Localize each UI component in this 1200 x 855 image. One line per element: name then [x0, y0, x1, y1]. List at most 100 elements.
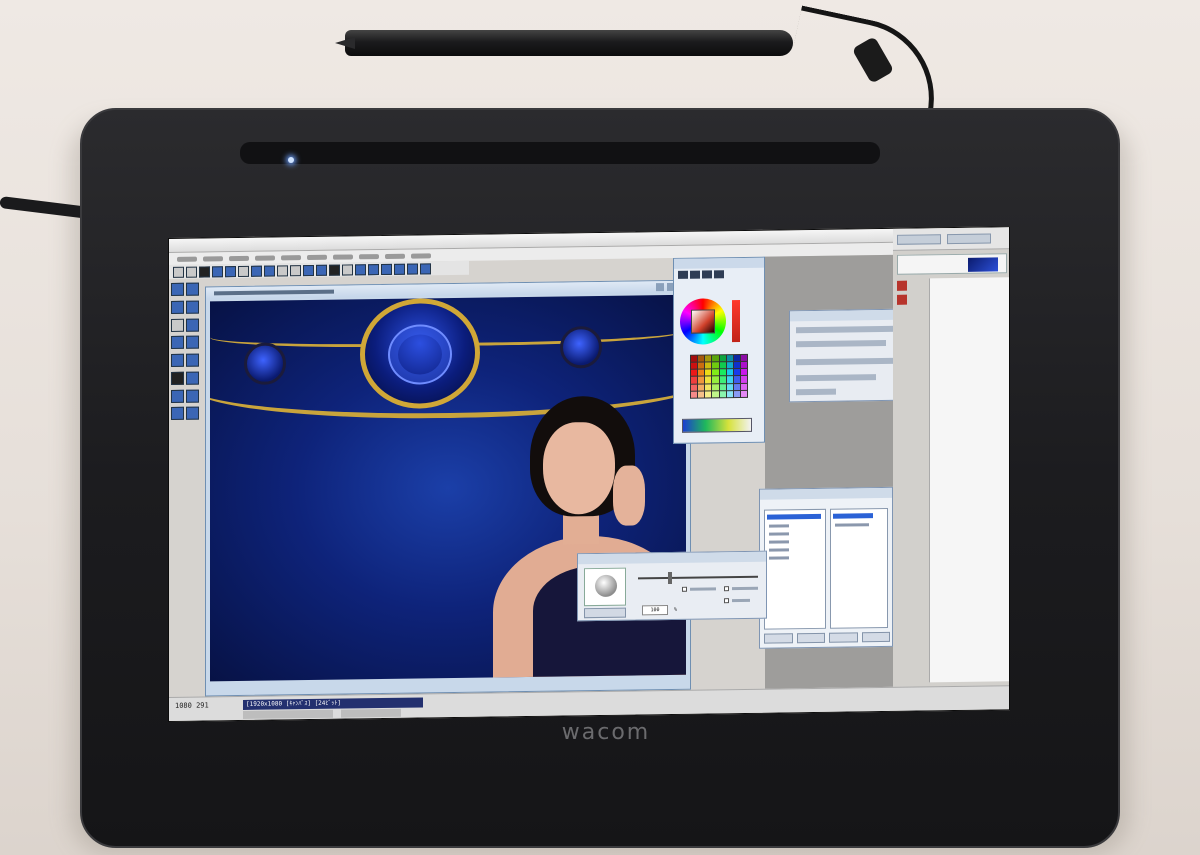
menu-item[interactable]	[385, 253, 405, 259]
color-swatch-grid[interactable]	[690, 353, 748, 399]
layer-list[interactable]	[929, 277, 1009, 683]
brush-tool-icon[interactable]	[381, 263, 392, 275]
color-swatch[interactable]	[691, 384, 698, 391]
color-swatch[interactable]	[691, 391, 698, 398]
color-swatch[interactable]	[740, 362, 747, 369]
gradient-icon[interactable]	[171, 336, 184, 350]
palette-tool-icon[interactable]	[690, 270, 700, 279]
color-swatch[interactable]	[719, 383, 726, 391]
color-swatch[interactable]	[719, 369, 726, 376]
rectangle-icon[interactable]	[171, 353, 184, 367]
eyedropper-icon[interactable]	[186, 389, 199, 403]
stamp-icon[interactable]	[186, 406, 199, 420]
color-swatch[interactable]	[712, 391, 719, 398]
color-swatch[interactable]	[712, 376, 719, 384]
hand-icon[interactable]	[355, 263, 366, 275]
filter-category-list[interactable]	[764, 508, 826, 630]
color-swatch[interactable]	[698, 369, 705, 377]
gradient-bar[interactable]	[682, 417, 752, 433]
color-swatch[interactable]	[726, 369, 733, 376]
option-checkbox[interactable]	[724, 586, 729, 592]
color-swatch[interactable]	[705, 362, 712, 369]
eraser-icon[interactable]	[171, 318, 184, 332]
new-file-icon[interactable]	[173, 266, 184, 278]
list-item[interactable]	[769, 540, 789, 544]
copy-icon[interactable]	[251, 265, 262, 277]
zoom-input[interactable]: 100	[642, 605, 668, 616]
color-swatch[interactable]	[698, 376, 705, 384]
assist-option[interactable]	[796, 339, 886, 348]
menu-item[interactable]	[281, 254, 301, 260]
menu-item[interactable]	[307, 254, 327, 260]
color-swatch[interactable]	[740, 376, 747, 383]
ellipse-icon[interactable]	[186, 353, 199, 367]
airbrush-icon[interactable]	[171, 300, 184, 314]
list-item[interactable]	[769, 556, 789, 560]
color-swatch[interactable]	[691, 369, 698, 377]
color-swatch[interactable]	[726, 390, 733, 398]
zoom-in-icon[interactable]	[277, 264, 288, 276]
palette-tool-icon[interactable]	[714, 270, 724, 279]
color-swatch[interactable]	[719, 355, 726, 362]
filter-button[interactable]	[829, 632, 858, 643]
save-icon[interactable]	[199, 265, 210, 278]
color-swatch[interactable]	[733, 383, 740, 390]
color-swatch[interactable]	[691, 362, 698, 370]
color-icon[interactable]	[420, 262, 431, 274]
menu-item[interactable]	[177, 256, 197, 262]
list-item[interactable]	[835, 523, 869, 527]
layer-tab[interactable]	[897, 234, 941, 245]
slider-knob[interactable]	[668, 571, 672, 585]
layer-tab[interactable]	[947, 233, 991, 245]
color-swatch[interactable]	[733, 355, 740, 362]
color-swatch[interactable]	[691, 377, 698, 384]
menu-item[interactable]	[255, 255, 275, 261]
menu-item[interactable]	[203, 255, 223, 262]
color-swatch[interactable]	[726, 355, 733, 362]
color-swatch[interactable]	[726, 383, 733, 391]
color-swatch[interactable]	[698, 362, 705, 369]
rotate-icon[interactable]	[303, 264, 314, 276]
color-swatch[interactable]	[733, 376, 740, 383]
smudge-icon[interactable]	[186, 300, 199, 314]
color-swatch[interactable]	[712, 362, 719, 369]
paste-icon[interactable]	[264, 265, 275, 277]
filter-item-list[interactable]	[830, 507, 888, 629]
select-icon[interactable]	[329, 264, 340, 276]
drawing-canvas[interactable]	[210, 294, 686, 682]
color-swatch[interactable]	[705, 391, 712, 398]
lasso-icon[interactable]	[171, 371, 184, 385]
color-swatch[interactable]	[726, 376, 733, 383]
layer-button[interactable]	[897, 280, 907, 291]
layer-button[interactable]	[897, 294, 907, 305]
color-swatch[interactable]	[712, 383, 719, 391]
list-item[interactable]	[769, 548, 789, 552]
color-swatch[interactable]	[740, 383, 747, 390]
fill-bucket-icon[interactable]	[186, 318, 199, 332]
saturation-square[interactable]	[691, 309, 715, 334]
assist-button[interactable]	[796, 388, 836, 396]
option-checkbox[interactable]	[724, 598, 729, 604]
fill-icon[interactable]	[407, 263, 418, 275]
color-swatch[interactable]	[705, 355, 712, 362]
color-swatch[interactable]	[712, 369, 719, 376]
color-swatch[interactable]	[698, 384, 705, 391]
open-file-icon[interactable]	[186, 266, 197, 278]
color-swatch[interactable]	[705, 369, 712, 376]
zoom-out-icon[interactable]	[290, 264, 301, 276]
pencil-icon[interactable]	[171, 282, 184, 296]
color-swatch[interactable]	[705, 384, 712, 391]
current-color-strip[interactable]	[732, 300, 740, 343]
color-swatch[interactable]	[733, 390, 740, 398]
color-swatch[interactable]	[698, 391, 705, 398]
redo-icon[interactable]	[225, 265, 236, 277]
selected-filter-category[interactable]	[767, 513, 821, 520]
menu-item[interactable]	[359, 253, 379, 259]
filter-button[interactable]	[764, 633, 793, 644]
filter-titlebar[interactable]	[760, 487, 892, 500]
selected-filter[interactable]	[833, 513, 873, 519]
color-swatch[interactable]	[712, 355, 719, 362]
cut-icon[interactable]	[238, 265, 249, 277]
color-swatch[interactable]	[733, 369, 740, 376]
list-item[interactable]	[769, 524, 789, 528]
